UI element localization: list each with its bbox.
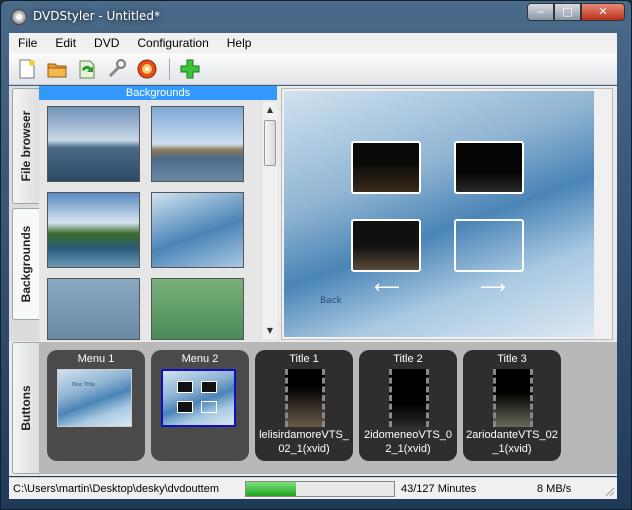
output-path: C:\Users\martin\Desktop\desky\dvdouttem (13, 482, 220, 495)
menu-bar: File Edit DVD Configuration Help (9, 33, 617, 53)
save-icon (79, 60, 95, 78)
scroll-up-icon[interactable]: ▲ (262, 102, 278, 118)
backgrounds-header: Backgrounds (39, 86, 277, 100)
add-button[interactable] (176, 55, 204, 83)
toolbar-separator (169, 57, 170, 80)
background-thumb-lake-shore[interactable] (47, 192, 140, 268)
maximize-button[interactable]: □ (554, 3, 581, 21)
title-2-title: Title 2 (393, 353, 423, 365)
minimize-button[interactable]: ‒ (527, 3, 554, 21)
back-label[interactable]: Back (320, 296, 342, 306)
dvd-app-icon (11, 9, 27, 25)
menu-dvd[interactable]: DVD (85, 36, 128, 50)
tab-buttons-label: Buttons (19, 385, 33, 431)
film-icon (285, 369, 325, 427)
menu-button-3[interactable] (351, 219, 421, 272)
toolbar (9, 53, 617, 85)
save-button[interactable] (73, 55, 101, 83)
side-tabs: File browser Backgrounds (9, 86, 39, 341)
title-3-card[interactable]: Title 3 2ariodanteVTS_02_1(xvid) (463, 350, 561, 461)
backgrounds-scrollbar[interactable]: ▲ ▼ (261, 102, 277, 339)
menu-1-preview: Disc Title (57, 369, 132, 427)
menu-1-title: Menu 1 (77, 353, 115, 365)
menu-file[interactable]: File (9, 36, 46, 50)
burn-button[interactable] (133, 55, 161, 83)
menu-button-2[interactable] (454, 141, 524, 194)
title-bar[interactable]: DVDStyler - Untitled* ‒ □ ✕ (1, 1, 631, 33)
background-thumb-sea-coast[interactable] (47, 106, 140, 182)
menu-2-preview (161, 369, 236, 427)
menu-2-card[interactable]: Menu 2 (151, 350, 249, 461)
title-3-file: 2ariodanteVTS_02_1(xvid) (466, 429, 558, 455)
disc-usage-progress (245, 480, 395, 497)
menu-canvas[interactable]: ⟵ ⟶ Back (284, 91, 594, 337)
menu-2-title: Menu 2 (181, 353, 219, 365)
window-title: DVDStyler - Untitled* (33, 9, 160, 23)
background-thumb-blue-waves[interactable] (151, 192, 244, 268)
main-content: File browser Backgrounds Backgrounds ▲ ▼ (9, 86, 617, 476)
menu-edit[interactable]: Edit (46, 36, 85, 50)
settings-icon (108, 58, 126, 77)
open-icon (47, 63, 67, 77)
next-arrow-icon[interactable]: ⟶ (480, 277, 506, 298)
disc-usage-fill (246, 481, 297, 496)
tab-backgrounds-label: Backgrounds (19, 225, 33, 303)
add-icon (180, 59, 200, 78)
title-2-file: 2idomeneoVTS_02_1(xvid) (363, 429, 453, 455)
background-thumb-green-haze[interactable] (151, 278, 244, 340)
tab-file-browser-label: File browser (19, 110, 33, 182)
new-icon (19, 59, 35, 78)
burn-icon (137, 59, 157, 78)
app-window: DVDStyler - Untitled* ‒ □ ✕ File Edit DV… (0, 0, 632, 510)
resize-grip-icon[interactable] (605, 487, 615, 497)
menu-1-preview-title: Disc Title (72, 382, 95, 388)
backgrounds-panel: Backgrounds (39, 86, 277, 341)
title-1-file: lelisirdamoreVTS_02_1(xvid) (259, 429, 349, 455)
title-2-card[interactable]: Title 2 2idomeneoVTS_02_1(xvid) (359, 350, 457, 461)
title-3-title: Title 3 (497, 353, 527, 365)
status-bar: C:\Users\martin\Desktop\desky\dvdouttem … (9, 477, 617, 499)
scroll-down-icon[interactable]: ▼ (262, 323, 278, 339)
title-1-card[interactable]: Title 1 lelisirdamoreVTS_02_1(xvid) (255, 350, 353, 461)
open-button[interactable] (43, 55, 71, 83)
scroll-thumb[interactable] (264, 120, 276, 166)
bitrate: 8 MB/s (537, 482, 572, 495)
minutes-used: 43/127 Minutes (401, 482, 477, 495)
menu-editor: ⟵ ⟶ Back (281, 88, 613, 340)
background-thumb-blue-haze[interactable] (47, 278, 140, 340)
menu-button-1[interactable] (351, 141, 421, 194)
film-icon (389, 369, 429, 427)
settings-button[interactable] (103, 55, 131, 83)
film-icon (493, 369, 533, 427)
close-button[interactable]: ✕ (581, 3, 625, 21)
menu-button-4[interactable] (454, 219, 524, 272)
prev-arrow-icon[interactable]: ⟵ (374, 277, 400, 298)
title-1-title: Title 1 (289, 353, 319, 365)
menu-1-card[interactable]: Menu 1 Disc Title (47, 350, 145, 461)
menu-help[interactable]: Help (218, 36, 261, 50)
menu-configuration[interactable]: Configuration (128, 36, 217, 50)
tab-backgrounds[interactable]: Backgrounds (12, 208, 39, 320)
titleset-manager: Menu 1 Disc Title Menu 2 Title 1 lelisir… (39, 342, 617, 474)
tab-buttons[interactable]: Buttons (12, 342, 39, 474)
new-button[interactable] (13, 55, 41, 83)
background-thumb-harbor-ship[interactable] (151, 106, 244, 182)
tab-file-browser[interactable]: File browser (12, 88, 39, 204)
